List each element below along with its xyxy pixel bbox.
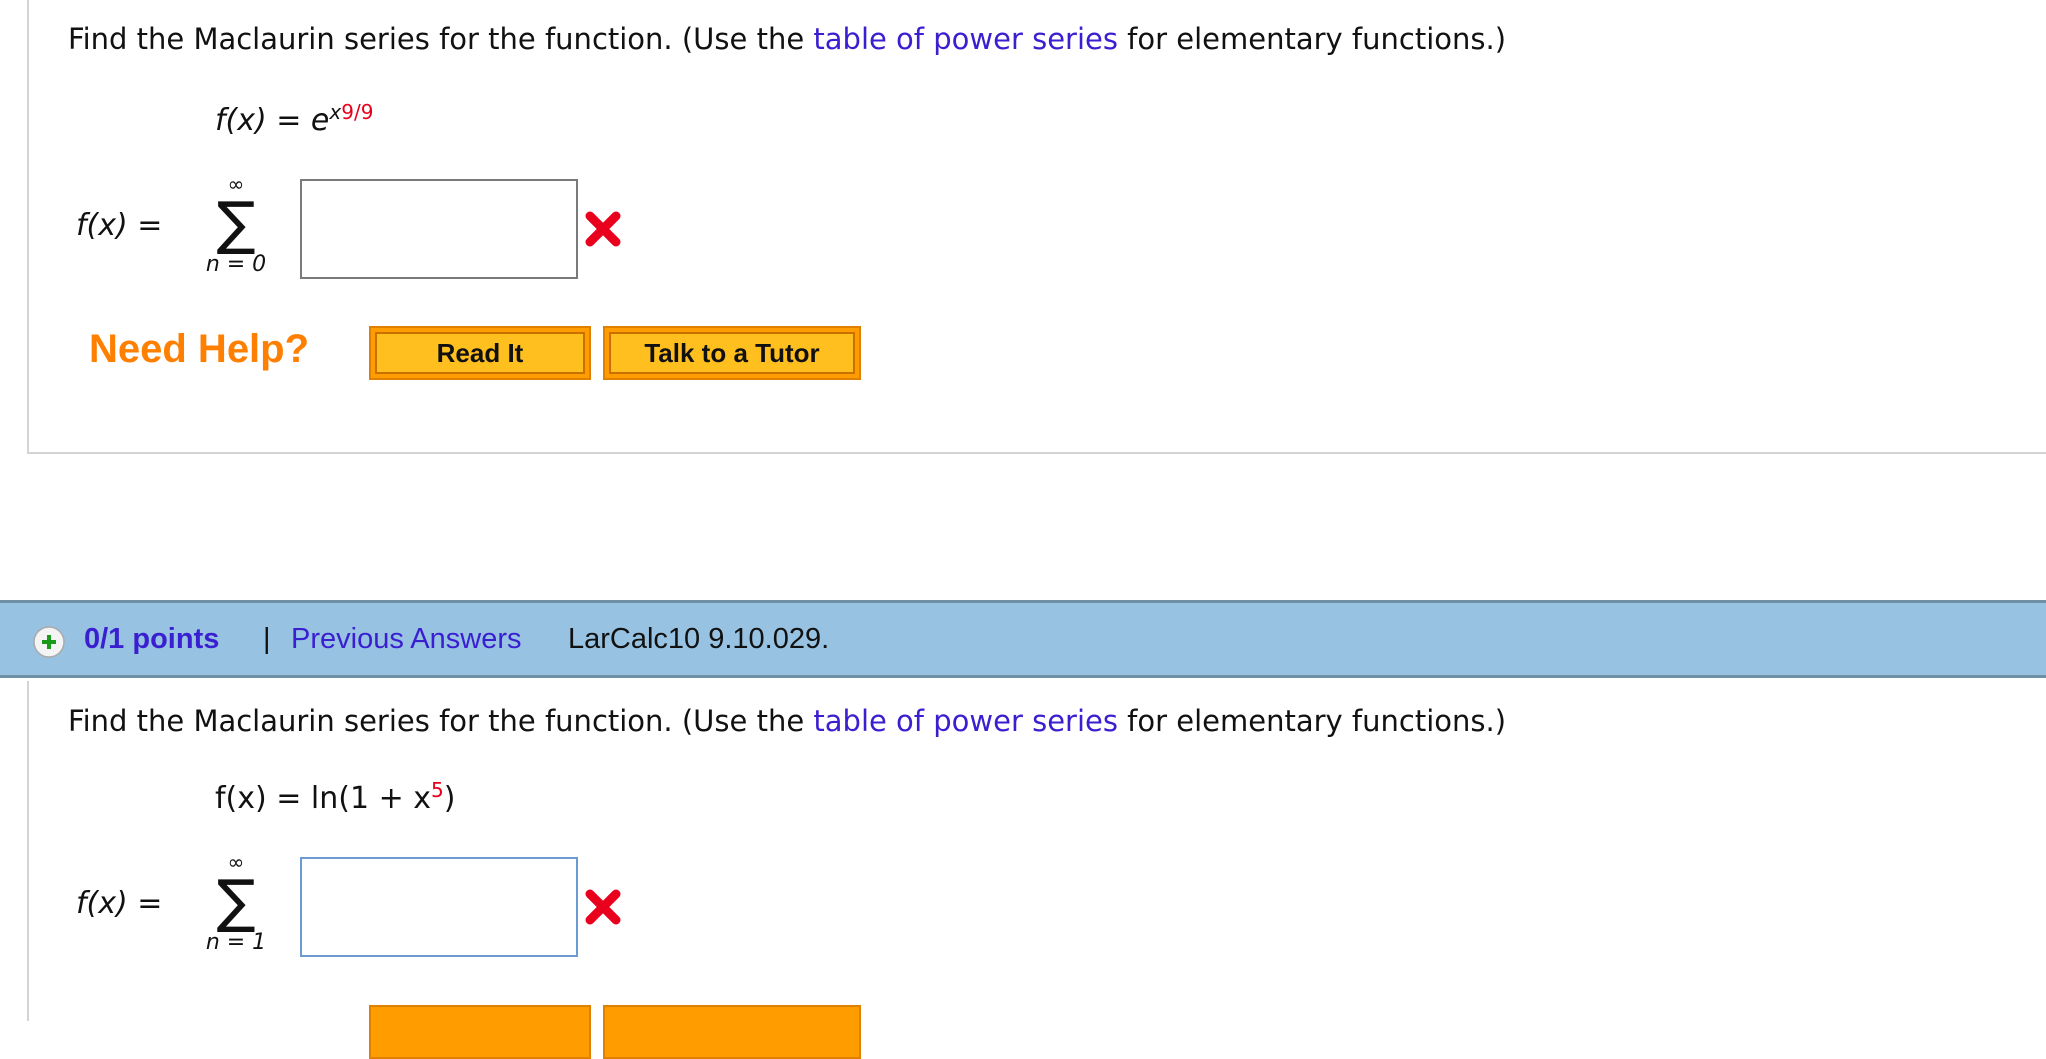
prompt-text: for elementary functions.): [1117, 704, 1507, 738]
answer-input[interactable]: [300, 857, 578, 957]
problem-id: LarCalc10 9.10.029.: [568, 623, 830, 655]
exponent-divisor: /9: [353, 100, 374, 124]
talk-to-tutor-button[interactable]: [603, 1005, 861, 1059]
sigma-symbol: ∑: [216, 189, 256, 257]
incorrect-x-icon: [585, 889, 621, 925]
previous-answers-link[interactable]: Previous Answers: [291, 623, 522, 656]
need-help-label: Need Help?: [89, 327, 310, 371]
read-it-button[interactable]: Read It: [369, 326, 591, 380]
power-series-table-link[interactable]: table of power series: [813, 704, 1118, 738]
sum-lhs: f(x) =: [76, 886, 163, 921]
summation: ∞ ∑ n = 1: [196, 852, 276, 955]
exponent-power: 9: [341, 100, 354, 124]
talk-to-tutor-label: Talk to a Tutor: [609, 332, 855, 374]
talk-to-tutor-button[interactable]: Talk to a Tutor: [603, 326, 861, 380]
prompt-text: Find the Maclaurin series for the functi…: [68, 704, 814, 738]
exponent-base: x: [329, 100, 342, 124]
answer-input[interactable]: [300, 179, 578, 279]
read-it-button[interactable]: [369, 1005, 591, 1059]
sum-lower-limit: n = 0: [205, 252, 267, 277]
question-2-prompt: Find the Maclaurin series for the functi…: [68, 704, 1506, 738]
prompt-text: Find the Maclaurin series for the functi…: [68, 22, 814, 56]
question-1-prompt: Find the Maclaurin series for the functi…: [68, 22, 1506, 56]
prompt-text: for elementary functions.): [1117, 22, 1507, 56]
sum-lower-limit: n = 1: [205, 930, 267, 955]
question-2-header: 0/1 points | Previous Answers LarCalc10 …: [0, 600, 2046, 678]
closing-paren: ): [443, 781, 456, 816]
function-definition: f(x) = ln(1 + x5): [215, 778, 456, 816]
exponent-power: 5: [431, 778, 444, 802]
incorrect-x-icon: [585, 211, 621, 247]
sigma-symbol: ∑: [216, 867, 256, 935]
power-series-table-link[interactable]: table of power series: [813, 22, 1118, 56]
function-definition: f(x) = ex9/9: [215, 100, 373, 138]
expand-plus-icon[interactable]: [32, 625, 66, 659]
function-label: f(x) = ln(1 + x: [215, 781, 432, 816]
summation: ∞ ∑ n = 0: [196, 174, 276, 277]
separator: |: [263, 623, 271, 655]
read-it-label: Read It: [375, 332, 585, 374]
function-label: f(x) = e: [215, 103, 330, 138]
sum-lhs: f(x) =: [76, 208, 163, 243]
points-label: 0/1 points: [84, 623, 220, 655]
